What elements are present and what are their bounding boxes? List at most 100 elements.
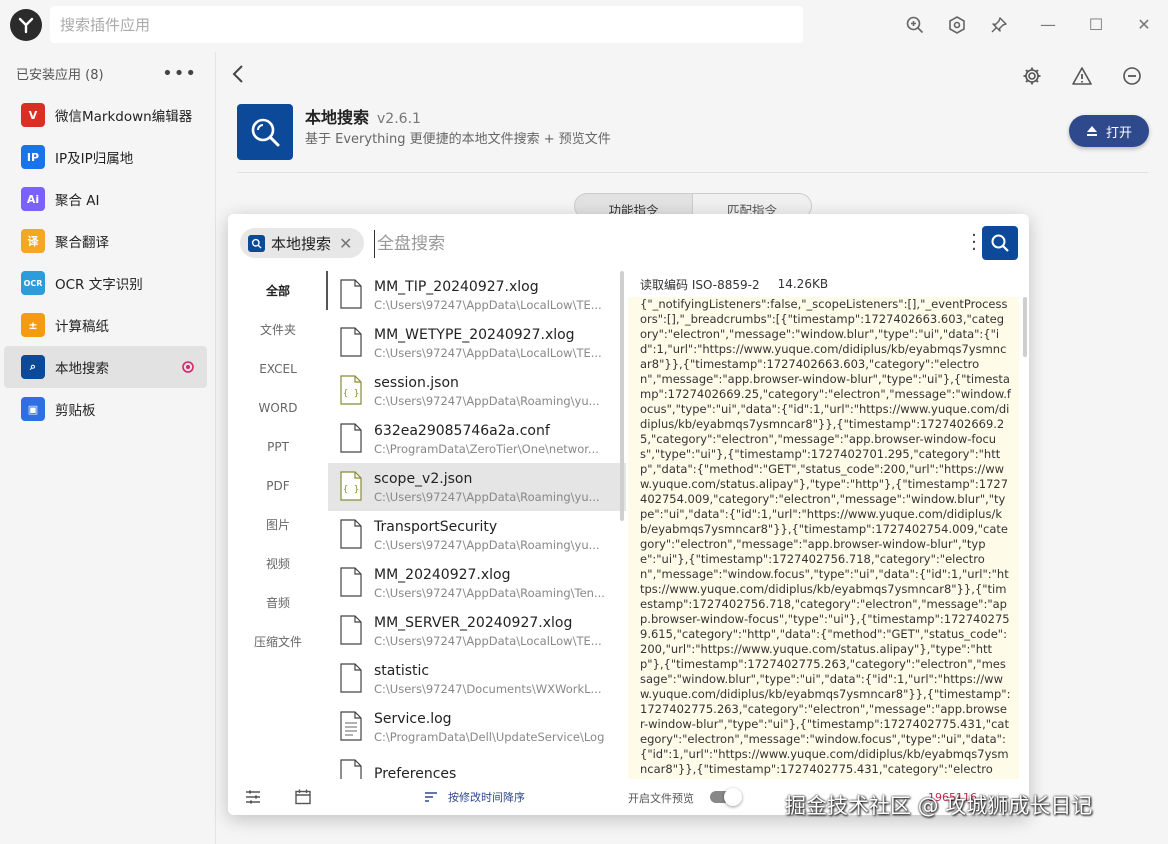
category-item[interactable]: WORD <box>228 388 328 427</box>
plugin-name: 本地搜索 <box>305 108 370 127</box>
category-item[interactable]: PDF <box>228 466 328 505</box>
file-info: MM_WETYPE_20240927.xlog C:\Users\97247\Ap… <box>374 327 614 360</box>
plugin-chip-label: 本地搜索 <box>271 234 332 253</box>
sidebar-app-list: V 微信Markdown编辑器 IP IP及IP归属地 Ai 聚合 AI 译聚合翻译 OCR O… <box>0 94 215 430</box>
local-search-icon: ⌕ <box>21 355 45 379</box>
json-file-icon: { } <box>340 375 362 407</box>
file-info: session.json C:\Users\97247\AppData\Roami… <box>374 375 614 408</box>
plugin-version: v2.6.1 <box>377 111 421 127</box>
plugin-chip[interactable]: 本地搜索 ✕ <box>240 228 364 258</box>
json-file-icon: { } <box>340 471 362 503</box>
text-file-icon <box>340 711 362 743</box>
close-icon[interactable]: ✕ <box>339 234 352 253</box>
pin-icon[interactable] <box>984 10 1014 40</box>
file-path: C:\Users\97247\AppData\Roaming\Ten... <box>374 585 605 600</box>
svg-text:{ }: { } <box>343 389 359 399</box>
warning-icon[interactable] <box>1070 64 1094 88</box>
category-item[interactable]: EXCEL <box>228 349 328 388</box>
category-item[interactable]: 文件夹 <box>228 310 328 349</box>
file-row[interactable]: { } session.json C:\Users\97247\AppData\Ro… <box>328 367 626 415</box>
file-result-list: MM_TIP_20240927.xlog C:\Users\97247\AppDa… <box>328 271 626 779</box>
file-path: C:\Users\97247\AppData\LocalLow\TE... <box>374 633 602 648</box>
open-button[interactable]: 打开 <box>1069 115 1149 147</box>
search-bar: 本地搜索 ✕ ··· <box>228 214 1029 271</box>
file-row[interactable]: MM_TIP_20240927.xlog C:\Users\97247\AppDa… <box>328 271 626 319</box>
sidebar-item[interactable]: Ai 聚合 AI <box>4 178 207 220</box>
encoding-label: 读取编码 ISO-8859-2 <box>640 277 760 292</box>
remove-circle-icon[interactable] <box>1120 64 1144 88</box>
file-preview-pane: 读取编码 ISO-8859-2 14.26KB {"_notifyingList… <box>626 271 1029 779</box>
svg-text:{ }: { } <box>343 485 359 495</box>
file-list-scrollbar[interactable] <box>620 271 624 521</box>
more-vertical-icon[interactable]: · · · <box>970 227 978 259</box>
disk-search-box[interactable] <box>374 230 954 258</box>
category-item[interactable]: 图片 <box>228 505 328 544</box>
plugin-active-icon <box>181 360 195 374</box>
gear-icon[interactable] <box>1020 64 1044 88</box>
file-info: Preferences <box>374 766 614 780</box>
minimize-button[interactable]: — <box>1024 8 1072 40</box>
local-search-icon <box>248 234 265 252</box>
maximize-button[interactable]: ☐ <box>1072 8 1120 40</box>
disk-search-input[interactable] <box>377 234 954 254</box>
ocr-icon: OCR <box>21 271 45 295</box>
file-row[interactable]: statistic C:\Users\97247\Documents\WXWork… <box>328 655 626 703</box>
plugin-title: 本地搜索 v2.6.1 <box>305 104 421 128</box>
app-logo[interactable] <box>10 9 42 41</box>
preview-toggle-label: 开启文件预览 <box>628 792 694 805</box>
category-list: 全部 文件夹 EXCEL WORD PPT PDF 图片 视频 音频 压缩文件 <box>228 271 328 779</box>
sidebar-item[interactable]: ± 计算稿纸 <box>4 304 207 346</box>
category-item[interactable]: PPT <box>228 427 328 466</box>
plugin-search-box[interactable] <box>50 6 803 43</box>
file-row[interactable]: 632ea29085746a2a.conf C:\ProgramData\Zero… <box>328 415 626 463</box>
sidebar-item-label: 计算稿纸 <box>55 319 109 335</box>
open-button-label: 打开 <box>1105 125 1132 141</box>
category-item[interactable]: 压缩文件 <box>228 622 328 661</box>
category-item[interactable]: 视频 <box>228 544 328 583</box>
sidebar-item[interactable]: OCR OCR 文字识别 <box>4 262 207 304</box>
file-info: MM_TIP_20240927.xlog C:\Users\97247\AppDa… <box>374 279 614 312</box>
file-row[interactable]: { } scope_v2.json C:\Users\97247\AppData\R… <box>328 463 626 511</box>
sidebar-item[interactable]: ▣ 剪贴板 <box>4 388 207 430</box>
plugin-search-input[interactable] <box>60 15 803 34</box>
preview-scrollbar[interactable] <box>1023 297 1027 357</box>
sort-label: 按修改时间降序 <box>448 791 525 804</box>
sidebar-item[interactable]: V 微信Markdown编辑器 <box>4 94 207 136</box>
sort-button[interactable]: 按修改时间降序 <box>424 789 525 805</box>
file-path: C:\Users\97247\Documents\WXWorkL... <box>374 681 602 696</box>
search-button[interactable] <box>982 226 1018 260</box>
preview-toggle[interactable] <box>710 788 742 806</box>
file-icon <box>340 663 362 695</box>
category-item[interactable]: 全部 <box>228 271 328 310</box>
sidebar-item[interactable]: ⌕ 本地搜索 <box>4 346 207 388</box>
zoom-in-icon[interactable] <box>900 10 930 40</box>
file-row[interactable]: MM_SERVER_20240927.xlog C:\Users\97247\Ap… <box>328 607 626 655</box>
top-toolbar <box>900 10 1014 40</box>
file-row[interactable]: Preferences <box>328 751 626 779</box>
back-icon[interactable] <box>231 64 245 90</box>
category-item[interactable]: 音频 <box>228 583 328 622</box>
file-info: MM_20240927.xlog C:\Users\97247\AppData\R… <box>374 567 614 600</box>
file-row[interactable]: MM_20240927.xlog C:\Users\97247\AppData\R… <box>328 559 626 607</box>
file-row[interactable]: MM_WETYPE_20240927.xlog C:\Users\97247\Ap… <box>328 319 626 367</box>
file-icon <box>340 279 362 311</box>
close-button[interactable]: ✕ <box>1120 8 1168 40</box>
sort-icon <box>424 791 438 803</box>
file-row[interactable]: Service.log C:\ProgramData\Dell\UpdateSer… <box>328 703 626 751</box>
file-size: 14.26KB <box>777 277 829 291</box>
file-name: statistic <box>374 662 430 679</box>
file-row[interactable]: TransportSecurity C:\Users\97247\AppData\… <box>328 511 626 559</box>
sidebar-item[interactable]: 译聚合翻译 <box>4 220 207 262</box>
more-icon[interactable]: ••• <box>162 63 197 84</box>
ai-icon: Ai <box>21 187 45 211</box>
sidebar-item-label: 聚合翻译 <box>55 235 109 251</box>
calendar-icon[interactable] <box>294 788 312 806</box>
file-icon <box>340 327 362 359</box>
filter-sliders-icon[interactable] <box>244 788 262 806</box>
file-path: C:\Users\97247\AppData\LocalLow\TE... <box>374 345 602 360</box>
search-icon <box>991 234 1009 252</box>
settings-hex-icon[interactable] <box>942 10 972 40</box>
sidebar-item[interactable]: IP IP及IP归属地 <box>4 136 207 178</box>
file-name: MM_WETYPE_20240927.xlog <box>374 326 575 343</box>
preview-content: {"_notifyingListeners":false,"_scopeList… <box>628 297 1019 779</box>
